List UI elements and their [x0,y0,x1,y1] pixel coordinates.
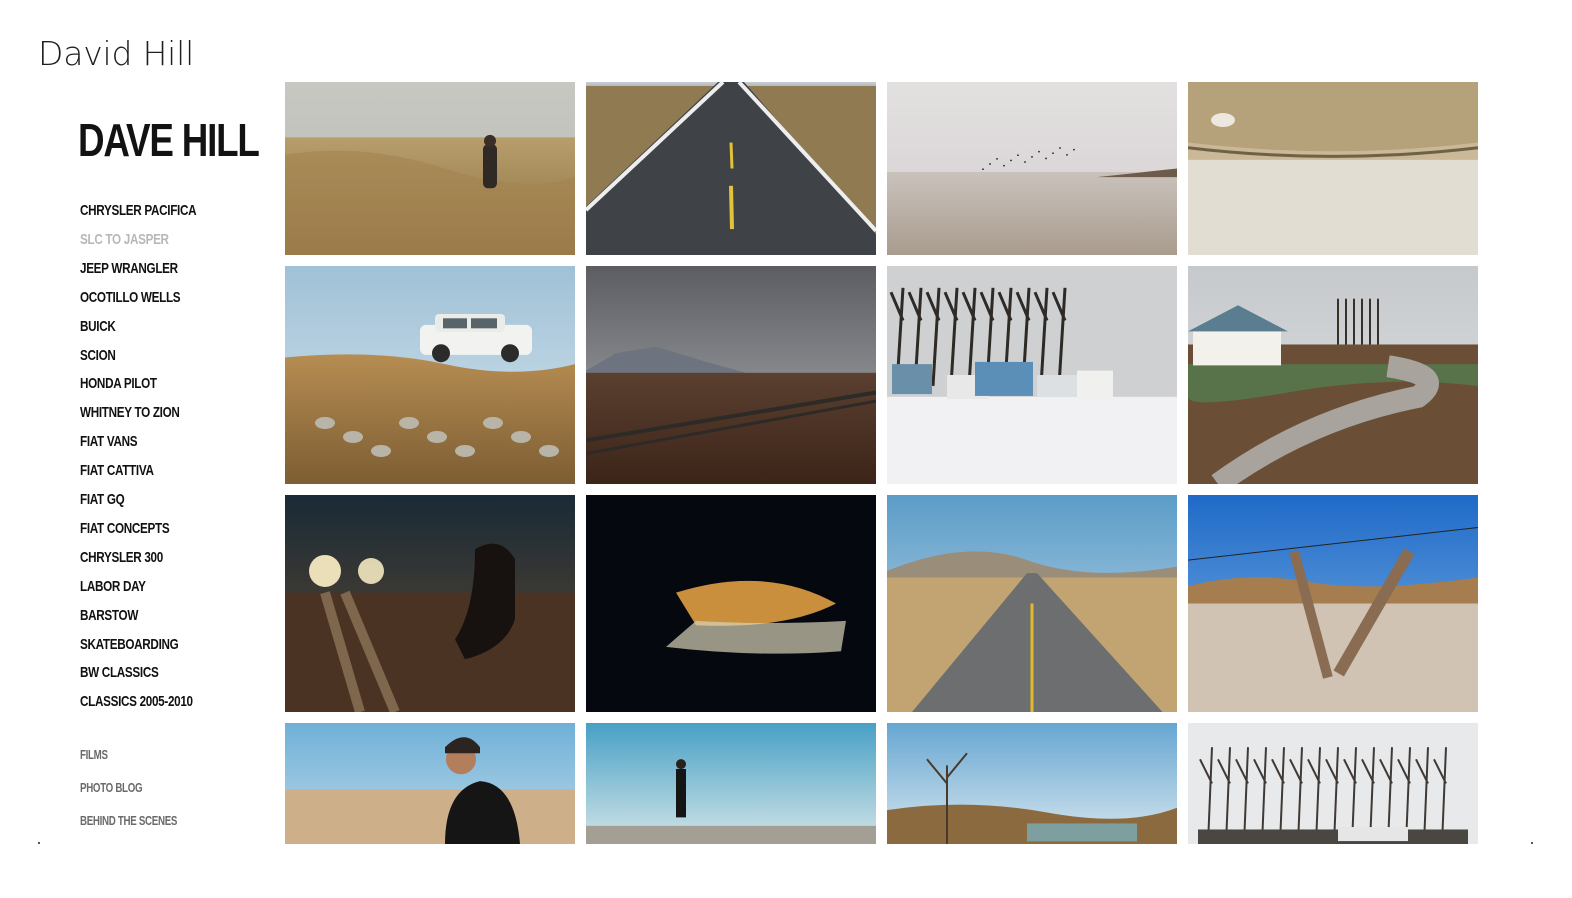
gallery-photo-person-walking-in-dry-grass[interactable] [285,82,575,255]
gallery-photo-lit-grass-at-night[interactable] [586,495,876,712]
nav-item-honda-pilot[interactable]: HONDA PILOT [80,376,157,391]
nav-item-fiat-cattiva[interactable]: FIAT CATTIVA [80,463,154,478]
photo-image [285,723,575,844]
nav-item-chrysler-pacifica[interactable]: CHRYSLER PACIFICA [80,203,197,218]
photo-image [1188,723,1478,844]
nav-item-slc-to-jasper[interactable]: SLC TO JASPER [80,232,169,247]
gallery-photo-man-in-black-jacket[interactable] [285,723,575,844]
gallery-photo-winding-dirt-road-house[interactable] [1188,266,1478,484]
gallery-photo-white-suv-on-hill[interactable] [285,266,575,484]
gallery-photo-person-crouching-headlights[interactable] [285,495,575,712]
gallery-photo-broken-fence-post[interactable] [1188,495,1478,712]
nav-item-whitney-to-zion[interactable]: WHITNEY TO ZION [80,405,180,420]
corner-mark-right [1531,842,1533,844]
gallery-photo-bare-trees-in-snow[interactable] [1188,723,1478,844]
nav-item-fiat-gq[interactable]: FIAT GQ [80,492,125,507]
gallery-photo-figure-standing-on-vehicle[interactable] [586,723,876,844]
gallery-photo-empty-highway[interactable] [586,82,876,255]
photo-image [887,723,1177,844]
nav-item-jeep-wrangler[interactable]: JEEP WRANGLER [80,261,178,276]
photo-image [887,495,1177,712]
photo-image [586,495,876,712]
photo-image [1188,82,1478,255]
site-logo[interactable]: DAVE HILL [78,117,260,163]
gallery-photo-old-trucks-in-snow[interactable] [887,266,1177,484]
gallery-photo-sand-shoreline[interactable] [1188,82,1478,255]
corner-mark-left [38,842,40,844]
nav-item-barstow[interactable]: BARSTOW [80,608,138,623]
nav-item-photo-blog[interactable]: PHOTO BLOG [80,782,143,795]
photo-image [586,82,876,255]
nav-item-classics-2005-2010[interactable]: CLASSICS 2005-2010 [80,694,193,709]
nav-item-chrysler-300[interactable]: CHRYSLER 300 [80,550,163,565]
nav-item-buick[interactable]: BUICK [80,319,116,334]
nav-item-fiat-concepts[interactable]: FIAT CONCEPTS [80,521,170,536]
nav-item-labor-day[interactable]: LABOR DAY [80,579,146,594]
photo-image [1188,495,1478,712]
gallery-photo-salt-flats-with-birds[interactable] [887,82,1177,255]
gallery-photo-storm-clouds-over-tracks[interactable] [586,266,876,484]
photo-image [887,266,1177,484]
nav-item-bw-classics[interactable]: BW CLASSICS [80,665,159,680]
photo-image [285,495,575,712]
photo-image [285,82,575,255]
nav-item-scion[interactable]: SCION [80,348,116,363]
photo-image [586,723,876,844]
photo-image [285,266,575,484]
photo-image [586,266,876,484]
photo-image [1188,266,1478,484]
gallery-photo-bare-tree-landscape[interactable] [887,723,1177,844]
photo-image [887,82,1177,255]
page-title: David Hill [38,34,195,73]
nav-item-behind-the-scenes[interactable]: BEHIND THE SCENES [80,815,177,828]
nav-item-skateboarding[interactable]: SKATEBOARDING [80,637,179,652]
gallery-photo-straight-desert-highway[interactable] [887,495,1177,712]
nav-item-fiat-vans[interactable]: FIAT VANS [80,434,138,449]
nav-item-films[interactable]: FILMS [80,749,108,762]
nav-item-ocotillo-wells[interactable]: OCOTILLO WELLS [80,290,181,305]
